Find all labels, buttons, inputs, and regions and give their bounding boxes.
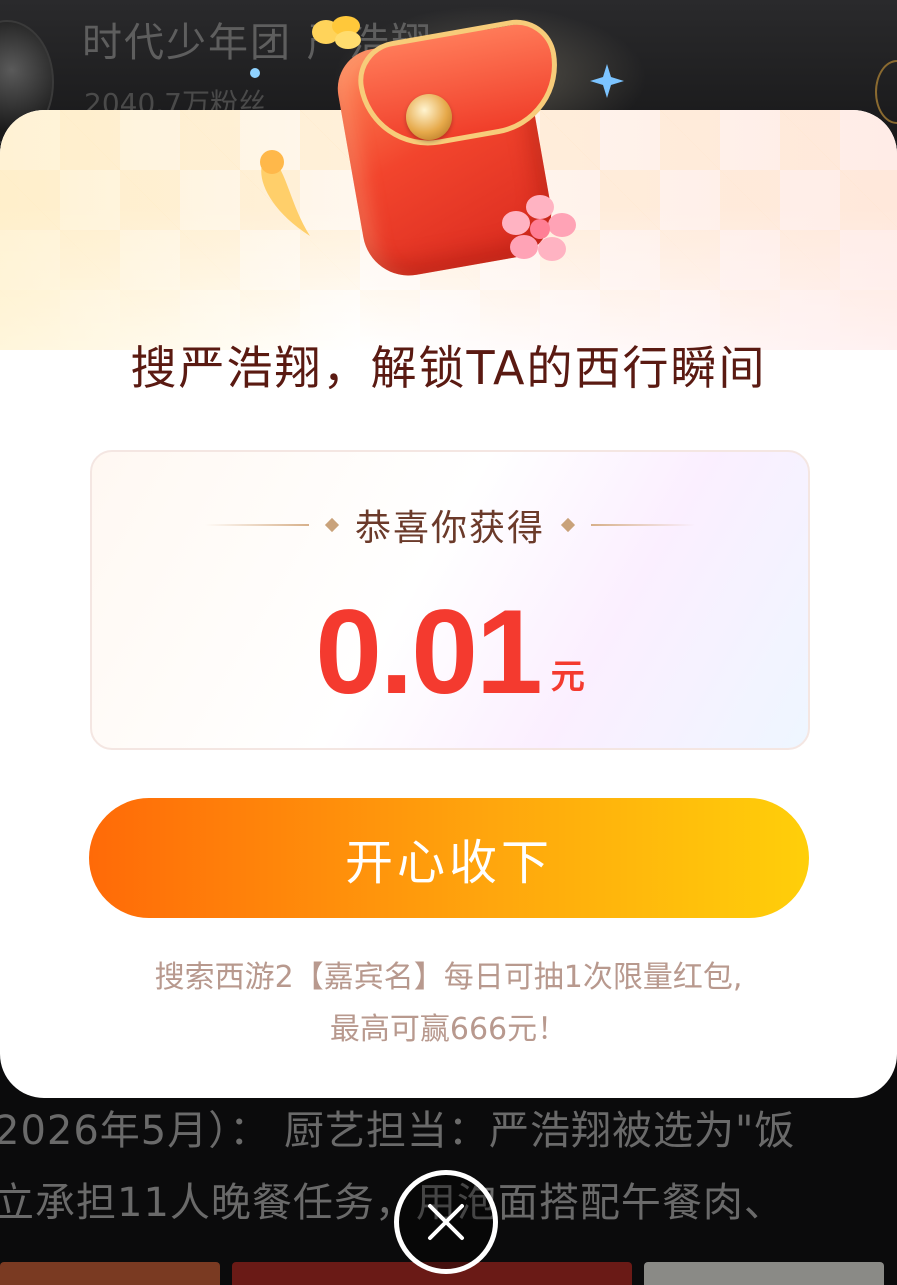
- prize-amount-row: 0.01 元: [92, 582, 808, 712]
- comet-decoration-icon: [260, 150, 310, 236]
- footnote-line: 最高可赢666元！: [329, 1012, 568, 1047]
- pink-flower-icon: [502, 195, 576, 261]
- yellow-flower-icon: [312, 16, 361, 49]
- background-thumbnail: [0, 1262, 220, 1285]
- background-text-line: 立承担11人晚餐任务，用泡面搭配午餐肉、: [0, 1180, 785, 1226]
- prize-unit: 元: [550, 657, 585, 697]
- envelope-clasp-icon: [406, 94, 452, 140]
- red-envelope-icon: [250, 8, 624, 283]
- congrats-label: 恭喜你获得: [354, 508, 545, 549]
- background-text-line: 2026年5月）： 厨艺担当：严浩翔被选为"饭: [0, 1108, 796, 1154]
- diamond-icon: [324, 517, 340, 533]
- sparkle-dot-icon: [250, 68, 260, 78]
- footnote-line: 搜索西游2【嘉宾名】每日可抽1次限量红包,: [154, 960, 743, 995]
- divider-line: [204, 524, 309, 526]
- blue-star-icon: [590, 64, 624, 98]
- prize-box: 恭喜你获得 0.01 元: [90, 450, 810, 750]
- close-button[interactable]: [394, 1170, 498, 1274]
- congrats-row: 恭喜你获得: [92, 500, 808, 550]
- divider-line: [591, 524, 695, 526]
- diamond-icon: [560, 517, 576, 533]
- background-thumbnail: [644, 1262, 884, 1285]
- close-icon: [428, 1204, 464, 1240]
- rules-footnote: 搜索西游2【嘉宾名】每日可抽1次限量红包, 最高可赢666元！: [0, 952, 897, 1056]
- prize-amount: 0.01: [315, 585, 543, 719]
- modal-headline: 搜严浩翔，解锁TA的西行瞬间: [130, 341, 767, 395]
- accept-button[interactable]: 开心收下: [89, 798, 809, 918]
